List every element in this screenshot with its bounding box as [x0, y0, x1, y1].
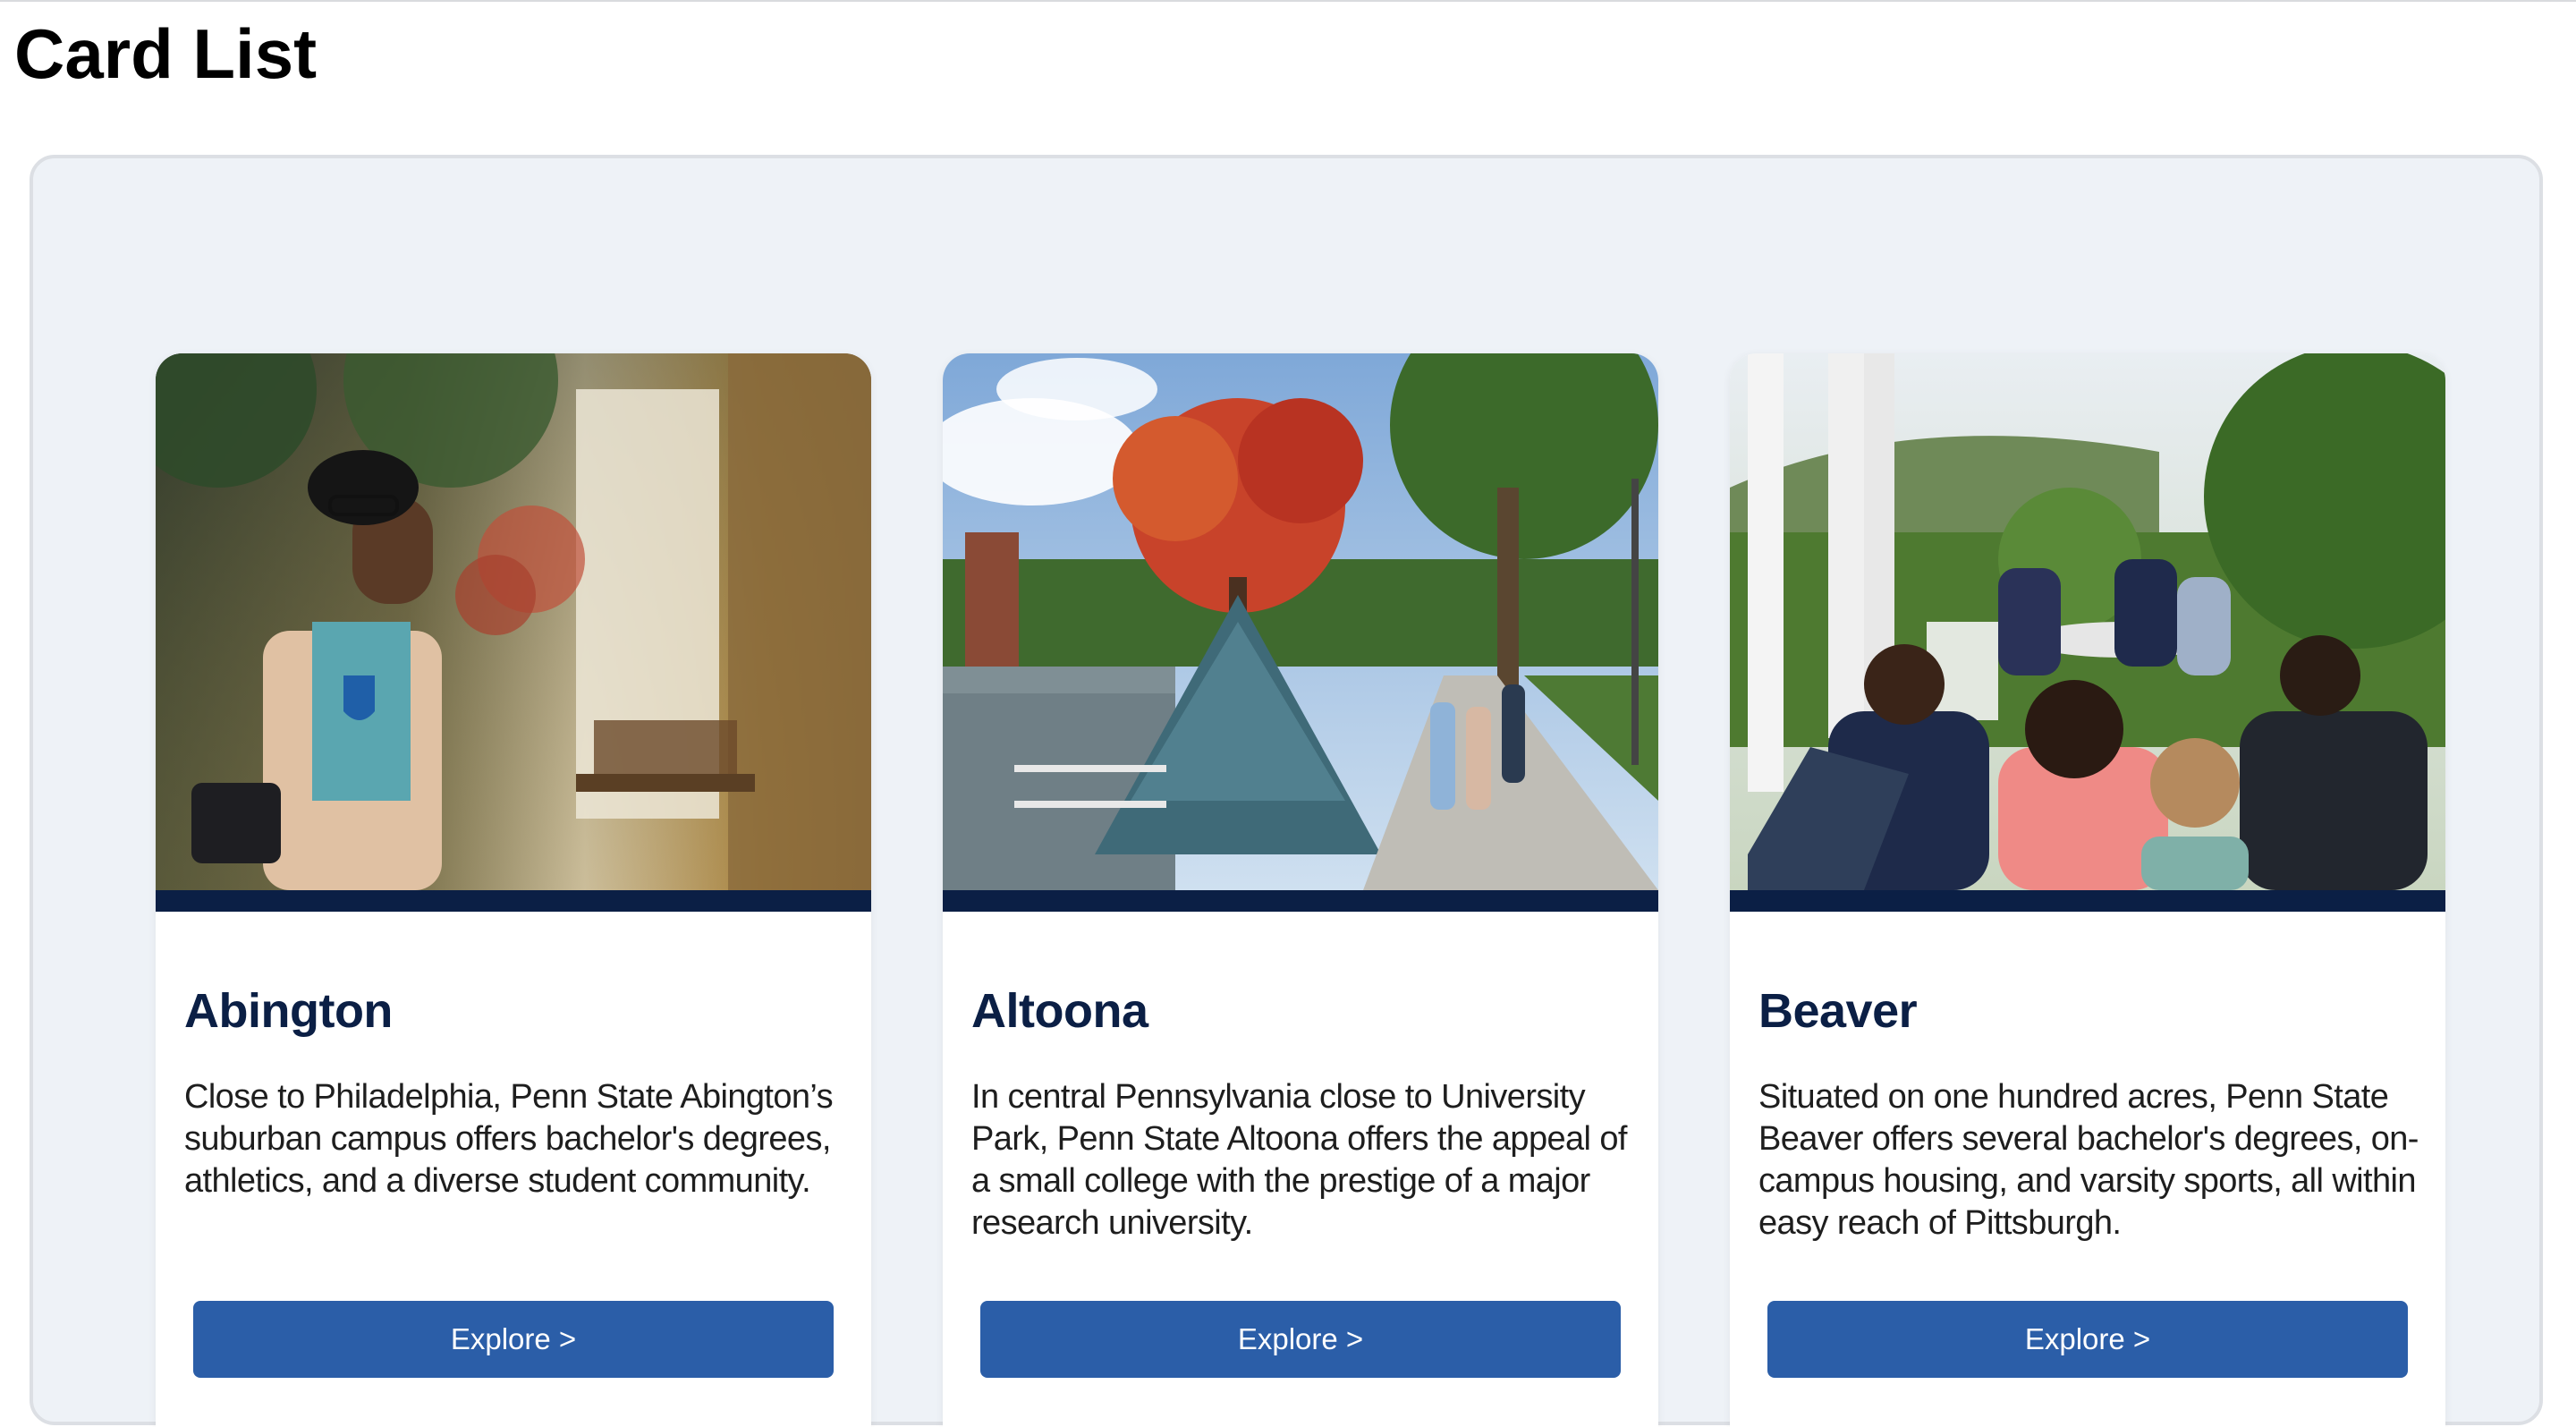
campus-card-abington: Abington Close to Philadelphia, Penn Sta…	[156, 353, 871, 1427]
card-accent-bar	[1730, 890, 2445, 912]
explore-button[interactable]: Explore >	[980, 1301, 1621, 1378]
campus-card-altoona: Altoona In central Pennsylvania close to…	[943, 353, 1658, 1427]
top-divider	[0, 0, 2576, 2]
card-title: Altoona	[971, 984, 1148, 1038]
card-description: In central Pennsylvania close to Univers…	[971, 1078, 1627, 1242]
student-portrait-photo	[156, 353, 871, 890]
autumn-campus-walkway-photo	[943, 353, 1658, 890]
card-accent-bar	[943, 890, 1658, 912]
card-description: Close to Philadelphia, Penn State Abingt…	[184, 1078, 834, 1200]
card-description: Situated on one hundred acres, Penn Stat…	[1758, 1078, 2419, 1242]
card-title: Beaver	[1758, 984, 1918, 1038]
explore-button[interactable]: Explore >	[1767, 1301, 2408, 1378]
card-title: Abington	[184, 984, 393, 1038]
page-title: Card List	[14, 14, 318, 93]
explore-button[interactable]: Explore >	[193, 1301, 834, 1378]
students-outdoor-study-photo	[1730, 353, 2445, 890]
campus-card-beaver: Beaver Situated on one hundred acres, Pe…	[1730, 353, 2445, 1427]
card-accent-bar	[156, 890, 871, 912]
